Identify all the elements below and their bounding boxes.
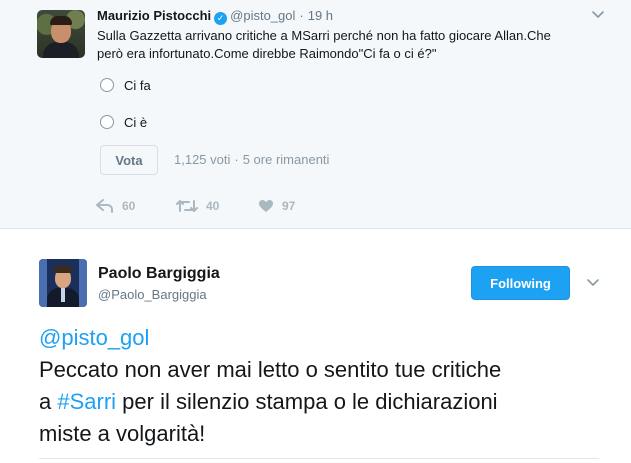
header-separator: · — [299, 8, 304, 23]
poll-option-label: Ci fa — [124, 77, 151, 93]
reply-action[interactable]: 60 — [96, 199, 135, 213]
divider — [39, 458, 599, 459]
poll-option-ci-e[interactable]: Ci è — [100, 112, 147, 132]
following-button[interactable]: Following — [471, 266, 570, 300]
poll-time-remaining: 5 ore rimanenti — [242, 152, 330, 167]
author-avatar[interactable] — [39, 259, 87, 307]
like-count: 97 — [282, 199, 296, 213]
verified-badge-icon: ✓ — [214, 12, 228, 25]
tweet-text-fragment: a — [39, 389, 58, 414]
radio-button[interactable] — [100, 115, 114, 129]
tweet-header: Maurizio Pistocchi ✓ @pisto_gol · 19 h — [97, 8, 333, 25]
hashtag-link[interactable]: #Sarri — [57, 389, 116, 414]
retweet-icon — [176, 199, 206, 213]
tweet-text-line: Sulla Gazzetta arrivano critiche a MSarr… — [97, 28, 551, 43]
tweet-text-line: però era infortunato.Come direbbe Raimon… — [97, 46, 437, 61]
poll-option-ci-fa[interactable]: Ci fa — [100, 75, 151, 95]
retweet-action[interactable]: 40 — [176, 199, 219, 213]
reply-icon — [96, 199, 122, 213]
tweet-text-fragment: per il silenzio stampa o le dichiarazion… — [116, 389, 498, 414]
tweet-text-line: miste a volgarità! — [39, 421, 206, 446]
poll-vote-count: 1,125 voti — [174, 152, 231, 167]
author-avatar[interactable] — [37, 10, 85, 58]
author-handle[interactable]: @Paolo_Bargiggia — [98, 287, 207, 302]
author-name[interactable]: Paolo Bargiggia — [98, 265, 220, 283]
vote-button[interactable]: Vota — [100, 145, 158, 175]
quoted-tweet[interactable]: Maurizio Pistocchi ✓ @pisto_gol · 19 h Sulla… — [0, 0, 631, 229]
poll-meta: 1,125 voti · 5 ore rimanenti — [174, 152, 329, 167]
author-handle[interactable]: @pisto_gol — [230, 8, 295, 23]
author-name[interactable]: Maurizio Pistocchi — [97, 8, 211, 23]
tweet-text-line: Peccato non aver mai letto o sentito tue… — [39, 357, 502, 382]
radio-button[interactable] — [100, 78, 114, 92]
mention-link[interactable]: @pisto_gol — [39, 325, 149, 350]
tweet-text: Sulla Gazzetta arrivano critiche a MSarr… — [97, 27, 597, 63]
tweet-timestamp[interactable]: 19 h — [308, 8, 333, 23]
poll-meta-separator: · — [234, 152, 239, 167]
like-action[interactable]: 97 — [258, 199, 295, 213]
retweet-count: 40 — [206, 199, 220, 213]
heart-icon — [258, 199, 282, 213]
reply-count: 60 — [122, 199, 136, 213]
chevron-down-icon[interactable] — [591, 10, 605, 20]
tweet-text: @pisto_gol Peccato non aver mai letto o … — [39, 322, 619, 450]
chevron-down-icon[interactable] — [586, 278, 600, 288]
poll-option-label: Ci è — [124, 114, 148, 130]
